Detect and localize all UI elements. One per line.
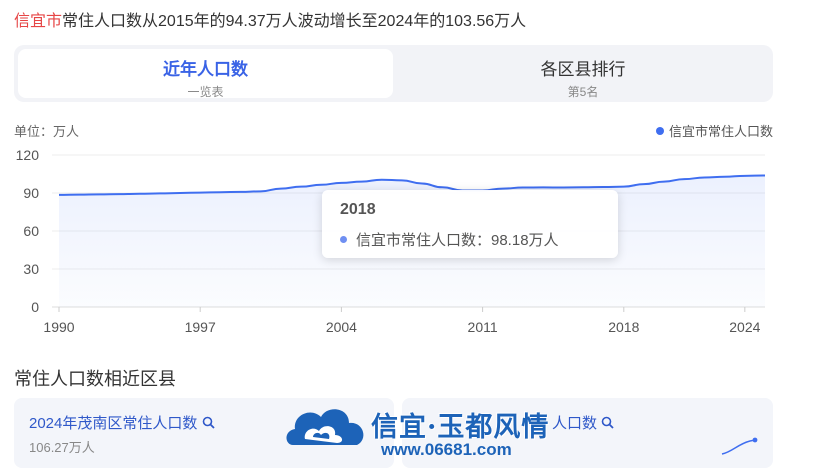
tab-recent-population-label: 近年人口数 [163,60,248,79]
tooltip-dot-icon [340,236,347,243]
tab-district-ranking-sub: 第5名 [567,85,599,99]
x-tick-label: 1990 [43,319,74,335]
x-tick-label: 2024 [729,319,760,335]
tab-recent-population[interactable]: 近年人口数 一览表 [18,49,393,99]
legend-dot-icon [655,126,664,135]
sparkline-icon [721,437,758,455]
chart-legend[interactable]: 信宜市常住人口数 [655,121,773,140]
search-icon [601,416,614,429]
tooltip-value: 信宜市常住人口数：98.18万人 [356,232,559,249]
chart-x-ticks: 1990 1997 2004 2011 2018 2024 [43,307,761,335]
legend-label: 信宜市常住人口数 [668,124,773,139]
watermark-title: 信宜·玉都风情 [371,412,550,443]
district-card-title[interactable]: 2024年茂南区常住人口数 [29,412,215,433]
y-tick-label: 0 [31,299,39,315]
similar-districts-title: 常住人口数相近区县 [14,369,176,389]
chart-unit-label: 单位：万人 [14,124,80,139]
tooltip-row: 信宜市常住人口数：98.18万人 [340,229,559,250]
chart-y-ticks: 0 30 60 90 120 [16,147,40,315]
y-tick-label: 60 [23,223,39,239]
watermark-url: www.06681.com [381,440,512,459]
cloud-logo-icon [286,409,364,445]
tab-recent-population-sub: 一览表 [187,85,224,99]
x-tick-label: 1997 [185,319,216,335]
y-tick-label: 120 [16,147,40,163]
city-name: 信宜市 [14,13,63,30]
summary-headline: 信宜市常住人口数从2015年的94.37万人波动增长至2024年的103.56万… [14,7,526,31]
y-tick-label: 90 [23,185,39,201]
tab-district-ranking[interactable]: 各区县排行 第5名 [397,49,769,99]
x-tick-label: 2018 [608,319,639,335]
watermark: 信宜·玉都风情 www.06681.com [283,401,573,467]
tab-bar: 近年人口数 一览表 各区县排行 第5名 [14,45,773,102]
district-card-title-text: 2024年茂南区常住人口数 [29,415,198,432]
tooltip-year: 2018 [340,201,376,218]
search-icon [202,416,215,429]
district-card-value: 106.27万人 [29,440,95,455]
x-tick-label: 2004 [326,319,357,335]
summary-text: 常住人口数从2015年的94.37万人波动增长至2024年的103.56万人 [62,13,527,30]
tab-district-ranking-label: 各区县排行 [540,60,626,79]
x-tick-label: 2011 [468,319,498,335]
chart-tooltip: 2018 信宜市常住人口数：98.18万人 [322,190,618,258]
y-tick-label: 30 [23,261,39,277]
